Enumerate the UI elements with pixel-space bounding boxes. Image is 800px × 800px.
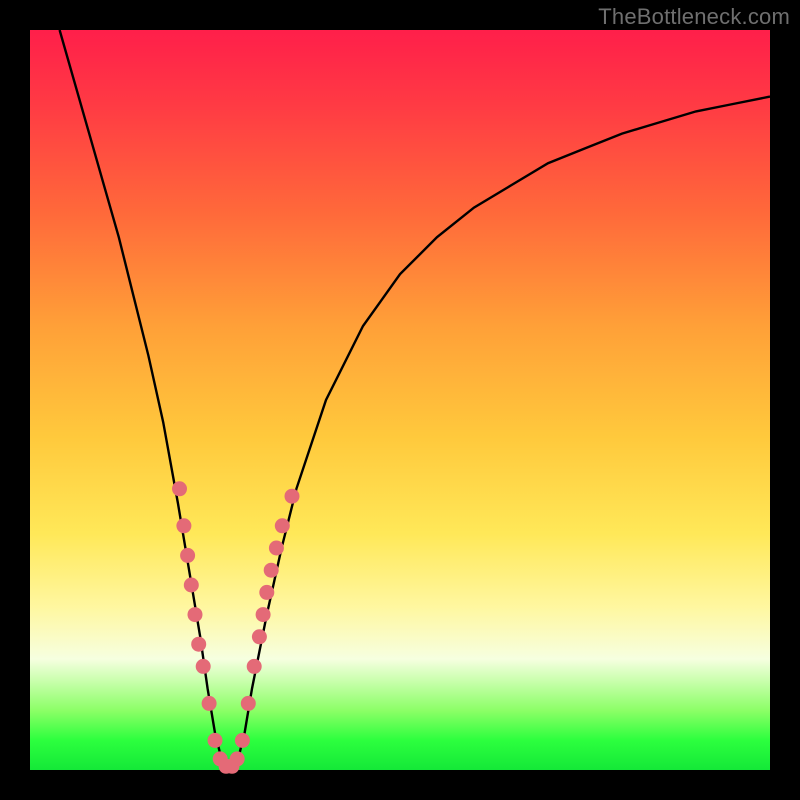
curve-marker (176, 518, 191, 533)
curve-marker (202, 696, 217, 711)
curve-markers (172, 481, 300, 774)
bottleneck-curve (60, 30, 770, 770)
curve-marker (180, 548, 195, 563)
curve-marker (252, 629, 267, 644)
curve-marker (285, 489, 300, 504)
curve-marker (196, 659, 211, 674)
curve-marker (191, 637, 206, 652)
curve-svg (30, 30, 770, 770)
plot-area (30, 30, 770, 770)
curve-marker (208, 733, 223, 748)
curve-marker (230, 751, 245, 766)
chart-frame: TheBottleneck.com (0, 0, 800, 800)
curve-marker (241, 696, 256, 711)
curve-marker (256, 607, 271, 622)
curve-marker (269, 541, 284, 556)
curve-marker (235, 733, 250, 748)
curve-marker (275, 518, 290, 533)
curve-marker (264, 563, 279, 578)
curve-marker (184, 578, 199, 593)
curve-marker (247, 659, 262, 674)
curve-marker (188, 607, 203, 622)
watermark-text: TheBottleneck.com (598, 4, 790, 30)
curve-marker (172, 481, 187, 496)
curve-marker (259, 585, 274, 600)
